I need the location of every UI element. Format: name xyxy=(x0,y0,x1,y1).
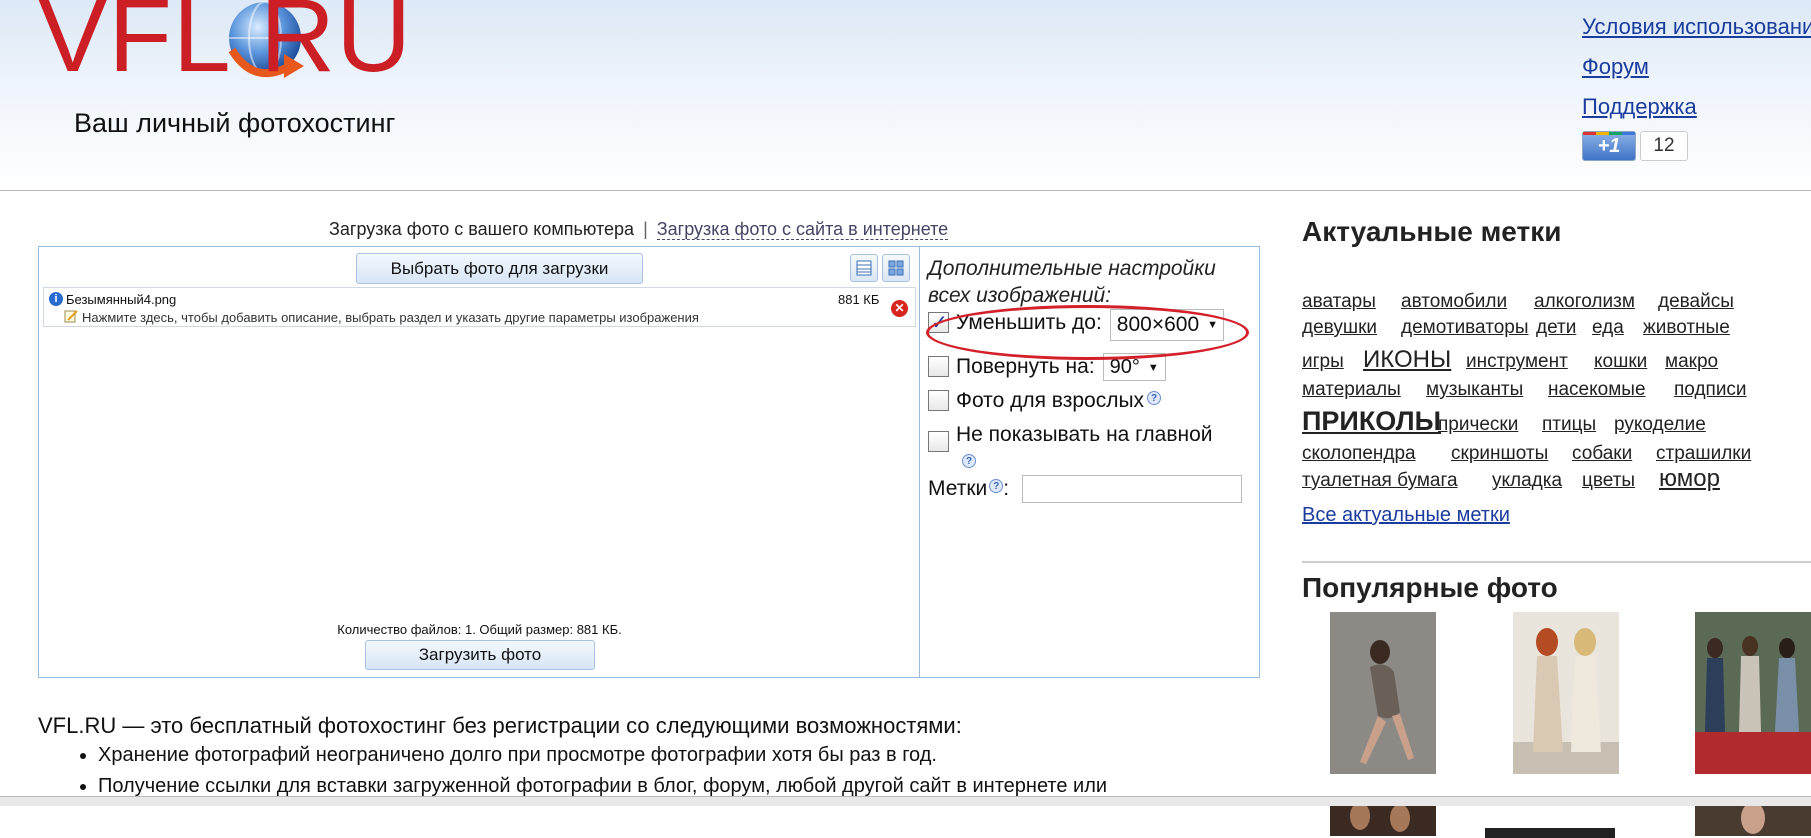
help-icon[interactable]: ? xyxy=(989,479,1004,493)
hide-main-checkbox[interactable] xyxy=(928,431,949,452)
list-view-icon[interactable] xyxy=(850,254,878,282)
tag-link[interactable]: собаки xyxy=(1572,443,1632,465)
settings-title: Дополнительные настройки всех изображени… xyxy=(928,257,1216,307)
popular-photo[interactable] xyxy=(1695,612,1811,774)
popular-photo[interactable] xyxy=(1513,612,1619,774)
tag-link[interactable]: материалы xyxy=(1302,379,1401,401)
list-item: Хранение фотографий неограничено долго п… xyxy=(98,740,1107,771)
popular-heading: Популярные фото xyxy=(1302,572,1558,603)
terms-link[interactable]: Условия использовани xyxy=(1582,14,1811,54)
tag-link[interactable]: автомобили xyxy=(1401,291,1507,313)
features-list: Хранение фотографий неограничено долго п… xyxy=(72,740,1107,802)
tags-label: Метки xyxy=(928,477,988,500)
chevron-down-icon: ▼ xyxy=(1147,361,1159,374)
tag-link[interactable]: аватары xyxy=(1302,291,1376,313)
tag-link[interactable]: скриншоты xyxy=(1451,443,1548,465)
upload-tabs: Загрузка фото с вашего компьютера | Загр… xyxy=(329,219,949,240)
tag-link[interactable]: страшилки xyxy=(1656,443,1751,465)
adult-option: Фото для взрослых ? xyxy=(928,387,1162,413)
tag-link[interactable]: укладка xyxy=(1492,470,1562,492)
choose-photo-button[interactable]: Выбрать фото для загрузки xyxy=(356,253,643,284)
logo-text-left: VFL xyxy=(38,0,232,94)
tag-link[interactable]: кошки xyxy=(1594,351,1647,373)
popular-photo[interactable] xyxy=(1330,612,1436,774)
tag-link[interactable]: инструмент xyxy=(1466,351,1568,373)
tab-upload-computer[interactable]: Загрузка фото с вашего компьютера xyxy=(329,219,634,239)
sidebar-divider xyxy=(1302,561,1811,563)
tag-link[interactable]: юмор xyxy=(1659,465,1720,493)
tag-link[interactable]: еда xyxy=(1592,317,1624,339)
support-link[interactable]: Поддержка xyxy=(1582,94,1811,134)
top-links: Условия использовани Форум Поддержка xyxy=(1582,14,1811,134)
tags-input[interactable] xyxy=(1022,475,1242,503)
tag-link[interactable]: насекомые xyxy=(1548,379,1646,401)
logo-text-right: RU xyxy=(260,0,413,94)
tag-link[interactable]: туалетная бумага xyxy=(1302,470,1458,492)
file-list-area: Выбрать фото для загрузки i Безымянный4.… xyxy=(39,247,920,677)
site-tagline: Ваш личный фотохостинг xyxy=(74,108,396,138)
file-row[interactable]: i Безымянный4.png 881 КБ Нажмите здесь, … xyxy=(43,287,916,327)
file-description-hint[interactable]: Нажмите здесь, чтобы добавить описание, … xyxy=(82,310,699,325)
plusone-widget: +1 12 xyxy=(1582,130,1688,162)
tag-link[interactable]: сколопендра xyxy=(1302,443,1416,465)
file-name: Безымянный4.png xyxy=(66,292,177,307)
forum-link[interactable]: Форум xyxy=(1582,54,1811,94)
tag-link[interactable]: рукоделие xyxy=(1614,414,1706,436)
tag-link[interactable]: макро xyxy=(1665,351,1718,373)
status-bar xyxy=(0,796,1811,806)
help-icon[interactable]: ? xyxy=(1147,391,1162,405)
remove-file-icon[interactable]: ✕ xyxy=(891,300,908,317)
plusone-count: 12 xyxy=(1640,131,1688,161)
help-icon[interactable]: ? xyxy=(962,454,976,468)
about-intro: VFL.RU — это бесплатный фотохостинг без … xyxy=(38,713,962,738)
popular-photo[interactable] xyxy=(1485,828,1615,838)
tags-colon: : xyxy=(1003,477,1010,500)
adult-checkbox[interactable] xyxy=(928,390,949,411)
adult-label: Фото для взрослых xyxy=(956,389,1145,412)
info-icon: i xyxy=(49,292,63,306)
tab-separator: | xyxy=(643,219,648,239)
hide-main-label: Не показывать на главной xyxy=(956,423,1213,446)
tag-link[interactable]: алкоголизм xyxy=(1534,291,1635,313)
tags-heading: Актуальные метки xyxy=(1302,216,1562,247)
tag-link[interactable]: прически xyxy=(1438,414,1518,436)
all-tags-link[interactable]: Все актуальные метки xyxy=(1302,504,1510,527)
files-summary: Количество файлов: 1. Общий размер: 881 … xyxy=(337,622,622,637)
tag-link[interactable]: птицы xyxy=(1542,414,1596,436)
tab-upload-url[interactable]: Загрузка фото с сайта в интернете xyxy=(656,219,949,240)
tag-link[interactable]: животные xyxy=(1643,317,1730,339)
hide-main-option: Не показывать на главной ? xyxy=(928,423,1212,468)
plusone-button[interactable]: +1 xyxy=(1582,131,1636,161)
file-size: 881 КБ xyxy=(838,292,880,307)
header: VFL RU Ваш личный фотохостинг Условия ис… xyxy=(0,0,1811,191)
highlight-ellipse xyxy=(926,305,1249,360)
tag-link[interactable]: музыканты xyxy=(1426,379,1523,401)
tag-link[interactable]: девайсы xyxy=(1658,291,1734,313)
upload-photo-button[interactable]: Загрузить фото xyxy=(365,640,595,670)
rotate-checkbox[interactable] xyxy=(928,356,949,377)
tag-link[interactable]: дети xyxy=(1536,317,1576,339)
tags-option: Метки ? : xyxy=(928,477,1009,501)
tag-link[interactable]: игры xyxy=(1302,351,1344,373)
tag-link[interactable]: ПРИКОЛЫ xyxy=(1302,406,1441,437)
grid-view-icon[interactable] xyxy=(882,254,910,282)
tag-link[interactable]: ИКОНЫ xyxy=(1363,346,1451,374)
tag-link[interactable]: девушки xyxy=(1302,317,1377,339)
tag-link[interactable]: демотиваторы xyxy=(1401,317,1529,339)
tag-link[interactable]: подписи xyxy=(1674,379,1747,401)
edit-icon xyxy=(64,310,78,323)
tag-link[interactable]: цветы xyxy=(1582,470,1635,492)
sidebar: Актуальные метки аватары автомобили алко… xyxy=(1302,216,1811,838)
